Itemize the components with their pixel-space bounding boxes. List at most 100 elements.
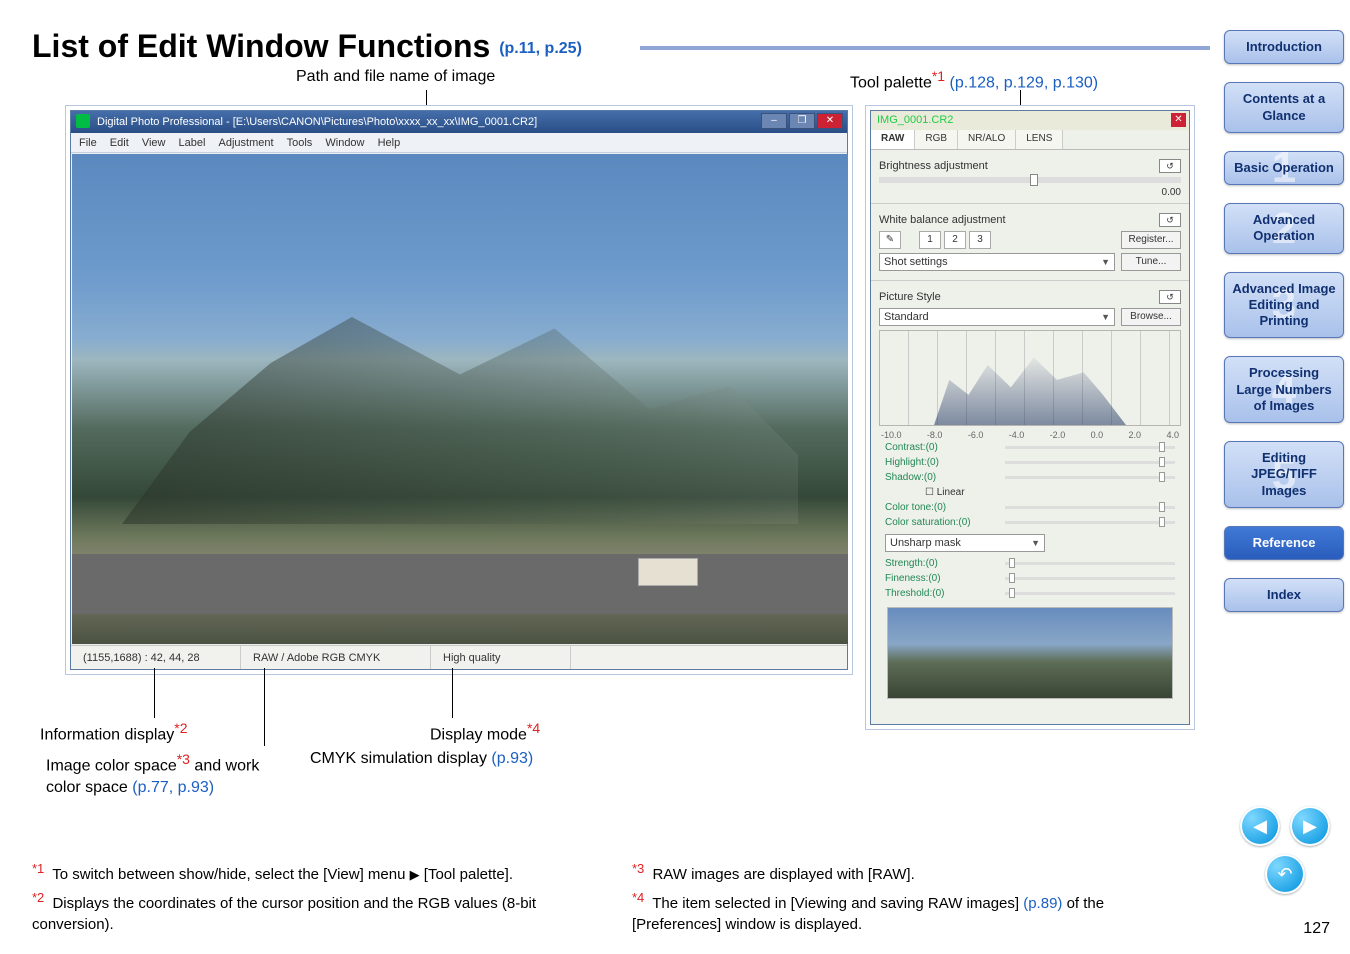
leader-line [154, 668, 155, 718]
wb-select[interactable]: Shot settings ▼ [879, 253, 1115, 271]
menu-help[interactable]: Help [378, 133, 401, 153]
histogram [879, 330, 1181, 426]
menu-file[interactable]: File [79, 133, 97, 153]
footnote-sup-2: *2 [174, 720, 187, 736]
pager-row: ◀ ▶ [1240, 806, 1330, 846]
mini-slider[interactable] [1005, 446, 1175, 449]
slider-thumb[interactable] [1159, 517, 1165, 527]
fn2-tag: *2 [32, 890, 44, 905]
title-page-refs[interactable]: (p.11, p.25) [499, 40, 582, 57]
menu-label[interactable]: Label [179, 133, 206, 153]
ps-select-value: Standard [884, 311, 929, 323]
slider-thumb[interactable] [1159, 502, 1165, 512]
mini-slider[interactable] [1005, 476, 1175, 479]
next-page-button[interactable]: ▶ [1290, 806, 1330, 846]
mini-slider[interactable] [1005, 506, 1175, 509]
nav-label: Advanced Image Editing and Printing [1231, 281, 1337, 330]
footnote-col-left: *1 To switch between show/hide, select t… [32, 860, 592, 939]
image-canvas [72, 154, 848, 644]
wb-eyedropper-row: ✎ 1 2 3 [879, 231, 991, 249]
axis-tick: 2.0 [1129, 430, 1142, 440]
mini-slider[interactable] [1005, 577, 1175, 580]
slider-thumb[interactable] [1030, 174, 1038, 186]
close-button[interactable]: ✕ [817, 113, 843, 129]
ps-select[interactable]: Standard ▼ [879, 308, 1115, 326]
adj-label: Shadow:(0) [885, 472, 1005, 483]
menu-window[interactable]: Window [325, 133, 364, 153]
wb-preset-1[interactable]: 1 [919, 231, 941, 249]
ps-browse-button[interactable]: Browse... [1121, 308, 1181, 326]
wb-register-button[interactable]: Register... [1121, 231, 1181, 249]
reset-icon[interactable]: ↺ [1159, 213, 1181, 227]
fn1-text-b: [Tool palette]. [420, 866, 513, 883]
nav-advanced-operation[interactable]: 2Advanced Operation [1224, 203, 1344, 254]
footnote-1: *1 To switch between show/hide, select t… [32, 860, 592, 885]
unsharp-select[interactable]: Unsharp mask ▼ [885, 534, 1045, 552]
nav-introduction[interactable]: Introduction [1224, 30, 1344, 64]
tab-rgb[interactable]: RGB [915, 130, 958, 149]
menu-view[interactable]: View [142, 133, 166, 153]
adj-label: Highlight:(0) [885, 457, 1005, 468]
ps-label: Picture Style [879, 291, 941, 303]
menu-edit[interactable]: Edit [110, 133, 129, 153]
leader-line [1020, 90, 1021, 110]
colorspace-text-a: Image color space [46, 757, 177, 774]
tool-palette-preview: IMG_0001.CR2 ✕ RAW RGB NR/ALO LENS Brigh… [870, 110, 1190, 725]
nav-contents[interactable]: Contents at a Glance [1224, 82, 1344, 133]
menu-tools[interactable]: Tools [287, 133, 313, 153]
tab-raw[interactable]: RAW [871, 130, 915, 149]
return-button[interactable]: ↶ [1265, 854, 1305, 894]
fn4-ref[interactable]: (p.89) [1023, 895, 1062, 912]
nav-index[interactable]: Index [1224, 578, 1344, 612]
menu-adjustment[interactable]: Adjustment [219, 133, 274, 153]
tab-lens[interactable]: LENS [1016, 130, 1063, 149]
nav-editing-jpeg[interactable]: 5Editing JPEG/TIFF Images [1224, 441, 1344, 508]
status-colorspace: RAW / Adobe RGB CMYK [241, 646, 431, 669]
slider-thumb[interactable] [1159, 442, 1165, 452]
palette-filename: IMG_0001.CR2 [877, 114, 953, 126]
prev-page-button[interactable]: ◀ [1240, 806, 1280, 846]
brightness-slider[interactable] [879, 177, 1181, 183]
colorspace-refs[interactable]: (p.77, p.93) [132, 779, 214, 796]
mini-slider[interactable] [1005, 562, 1175, 565]
linear-checkbox-wrap[interactable]: ☐ Linear [885, 487, 1005, 498]
mini-slider[interactable] [1005, 521, 1175, 524]
fn4-text-a: The item selected in [Viewing and saving… [652, 895, 1023, 912]
footnote-sup-3: *3 [177, 751, 190, 767]
adj-label: Threshold:(0) [885, 588, 1005, 599]
pager-icons: ◀ ▶ ↶ [1240, 806, 1330, 894]
footnote-sup-1: *1 [932, 68, 945, 84]
footnote-4: *4 The item selected in [Viewing and sav… [632, 889, 1192, 935]
slider-thumb[interactable] [1009, 573, 1015, 583]
adj-label: Color saturation:(0) [885, 517, 1005, 528]
min-button[interactable]: – [761, 113, 787, 129]
mini-slider[interactable] [1005, 461, 1175, 464]
footnote-sup-4: *4 [527, 720, 540, 736]
mini-slider[interactable] [1005, 592, 1175, 595]
palette-page-refs[interactable]: (p.128, p.129, p.130) [950, 74, 1099, 91]
chevron-down-icon: ▼ [1101, 257, 1110, 267]
palette-close-icon[interactable]: ✕ [1171, 113, 1186, 127]
cmyk-ref[interactable]: (p.93) [491, 750, 533, 767]
label-display-mode: Display mode*4 [430, 720, 540, 744]
nav-processing-large[interactable]: 4Processing Large Numbers of Images [1224, 356, 1344, 423]
wb-tune-button[interactable]: Tune... [1121, 253, 1181, 271]
slider-thumb[interactable] [1009, 588, 1015, 598]
statusbar: (1155,1688) : 42, 44, 28 RAW / Adobe RGB… [71, 645, 847, 669]
wb-preset-2[interactable]: 2 [944, 231, 966, 249]
eyedropper-icon[interactable]: ✎ [879, 231, 901, 249]
nav-reference[interactable]: Reference [1224, 526, 1344, 560]
nav-basic-operation[interactable]: 1Basic Operation [1224, 151, 1344, 185]
adj-label: Color tone:(0) [885, 502, 1005, 513]
tab-nralo[interactable]: NR/ALO [958, 130, 1016, 149]
slider-thumb[interactable] [1159, 472, 1165, 482]
reset-icon[interactable]: ↺ [1159, 159, 1181, 173]
slider-thumb[interactable] [1009, 558, 1015, 568]
wb-preset-3[interactable]: 3 [969, 231, 991, 249]
reset-icon[interactable]: ↺ [1159, 290, 1181, 304]
nav-advanced-editing[interactable]: 3Advanced Image Editing and Printing [1224, 272, 1344, 339]
info-display-text: Information display [40, 726, 174, 743]
palette-titlebar: IMG_0001.CR2 ✕ [871, 111, 1189, 130]
slider-thumb[interactable] [1159, 457, 1165, 467]
max-button[interactable]: ❐ [789, 113, 815, 129]
